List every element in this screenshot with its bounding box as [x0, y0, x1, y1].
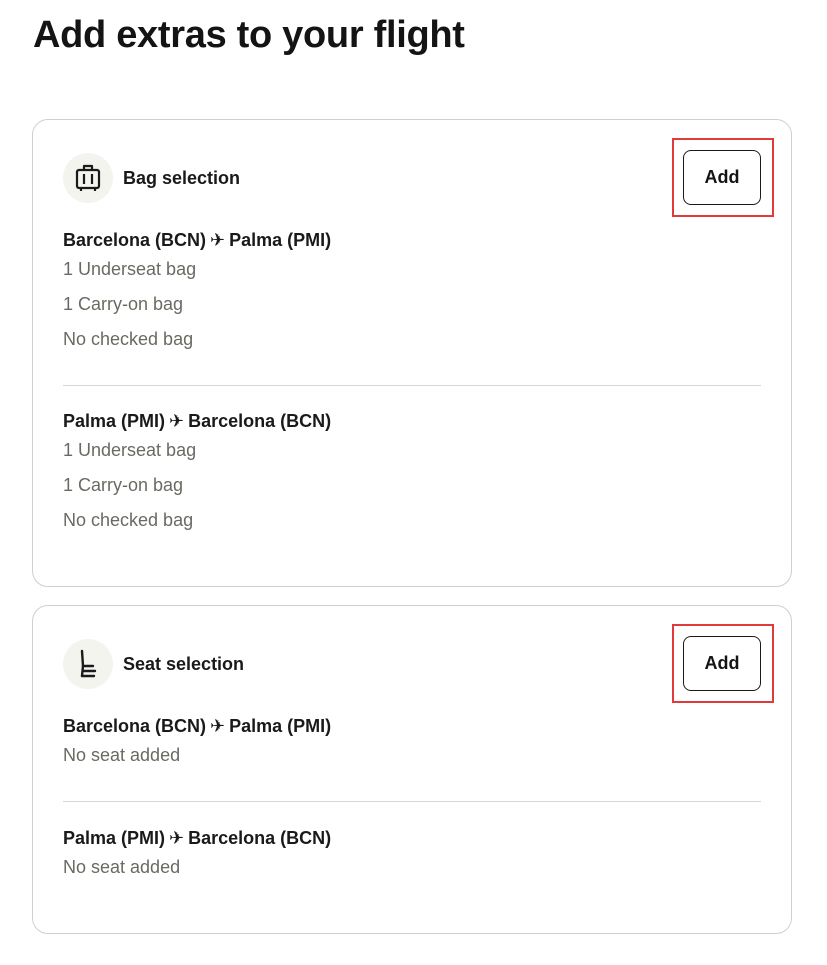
underseat-bag-text: 1 Underseat bag	[63, 440, 197, 460]
route-origin: Palma (PMI)	[63, 411, 166, 431]
add-seat-button[interactable]: Add	[683, 636, 761, 691]
seat-selection-header: Seat selection	[63, 639, 244, 689]
segment-divider	[63, 801, 761, 802]
carry-on-bag-text: 1 Carry-on bag	[63, 294, 184, 314]
underseat-bag-text: 1 Underseat bag	[63, 259, 197, 279]
bag-segment-route: Barcelona (BCN) ✈ Palma (PMI)	[63, 228, 761, 252]
seat-icon	[63, 639, 113, 689]
add-bag-button[interactable]: Add	[683, 150, 761, 205]
seat-segment-outbound: Barcelona (BCN) ✈ Palma (PMI) No seat adde…	[63, 714, 761, 773]
bag-selection-title: Bag selection	[123, 167, 241, 188]
route-destination: Barcelona (BCN)	[188, 411, 332, 431]
bag-segment-return: Palma (PMI) ✈ Barcelona (BCN) 1 Underseat …	[63, 409, 761, 538]
bag-segment-outbound: Barcelona (BCN) ✈ Palma (PMI) 1 Underseat …	[63, 228, 761, 357]
plane-icon: ✈	[169, 411, 185, 432]
route-origin: Palma (PMI)	[63, 828, 166, 848]
route-destination: Palma (PMI)	[229, 716, 332, 736]
plane-icon: ✈	[169, 828, 185, 849]
seat-status-text: No seat added	[63, 745, 181, 765]
bag-selection-card: Bag selection Add Barcelona (BCN) ✈ Palma …	[32, 119, 792, 587]
bag-selection-header: Bag selection	[63, 153, 240, 203]
route-origin: Barcelona (BCN)	[63, 716, 207, 736]
seat-selection-title: Seat selection	[123, 653, 245, 674]
route-origin: Barcelona (BCN)	[63, 230, 207, 250]
luggage-icon	[63, 153, 113, 203]
route-destination: Barcelona (BCN)	[188, 828, 332, 848]
bag-segment-route: Palma (PMI) ✈ Barcelona (BCN)	[63, 409, 761, 433]
seat-selection-card: Seat selection Add Barcelona (BCN) ✈ Palma…	[32, 605, 792, 934]
checked-bag-text: No checked bag	[63, 510, 194, 530]
checked-bag-text: No checked bag	[63, 329, 194, 349]
seat-segment-route: Barcelona (BCN) ✈ Palma (PMI)	[63, 714, 761, 738]
plane-icon: ✈	[210, 230, 226, 251]
seat-status-text: No seat added	[63, 857, 181, 877]
plane-icon: ✈	[210, 716, 226, 737]
seat-segment-route: Palma (PMI) ✈ Barcelona (BCN)	[63, 826, 761, 850]
seat-segment-return: Palma (PMI) ✈ Barcelona (BCN) No seat adde…	[63, 826, 761, 885]
carry-on-bag-text: 1 Carry-on bag	[63, 475, 184, 495]
segment-divider	[63, 385, 761, 386]
page-title: Add extras to your flight	[33, 14, 465, 56]
route-destination: Palma (PMI)	[229, 230, 332, 250]
